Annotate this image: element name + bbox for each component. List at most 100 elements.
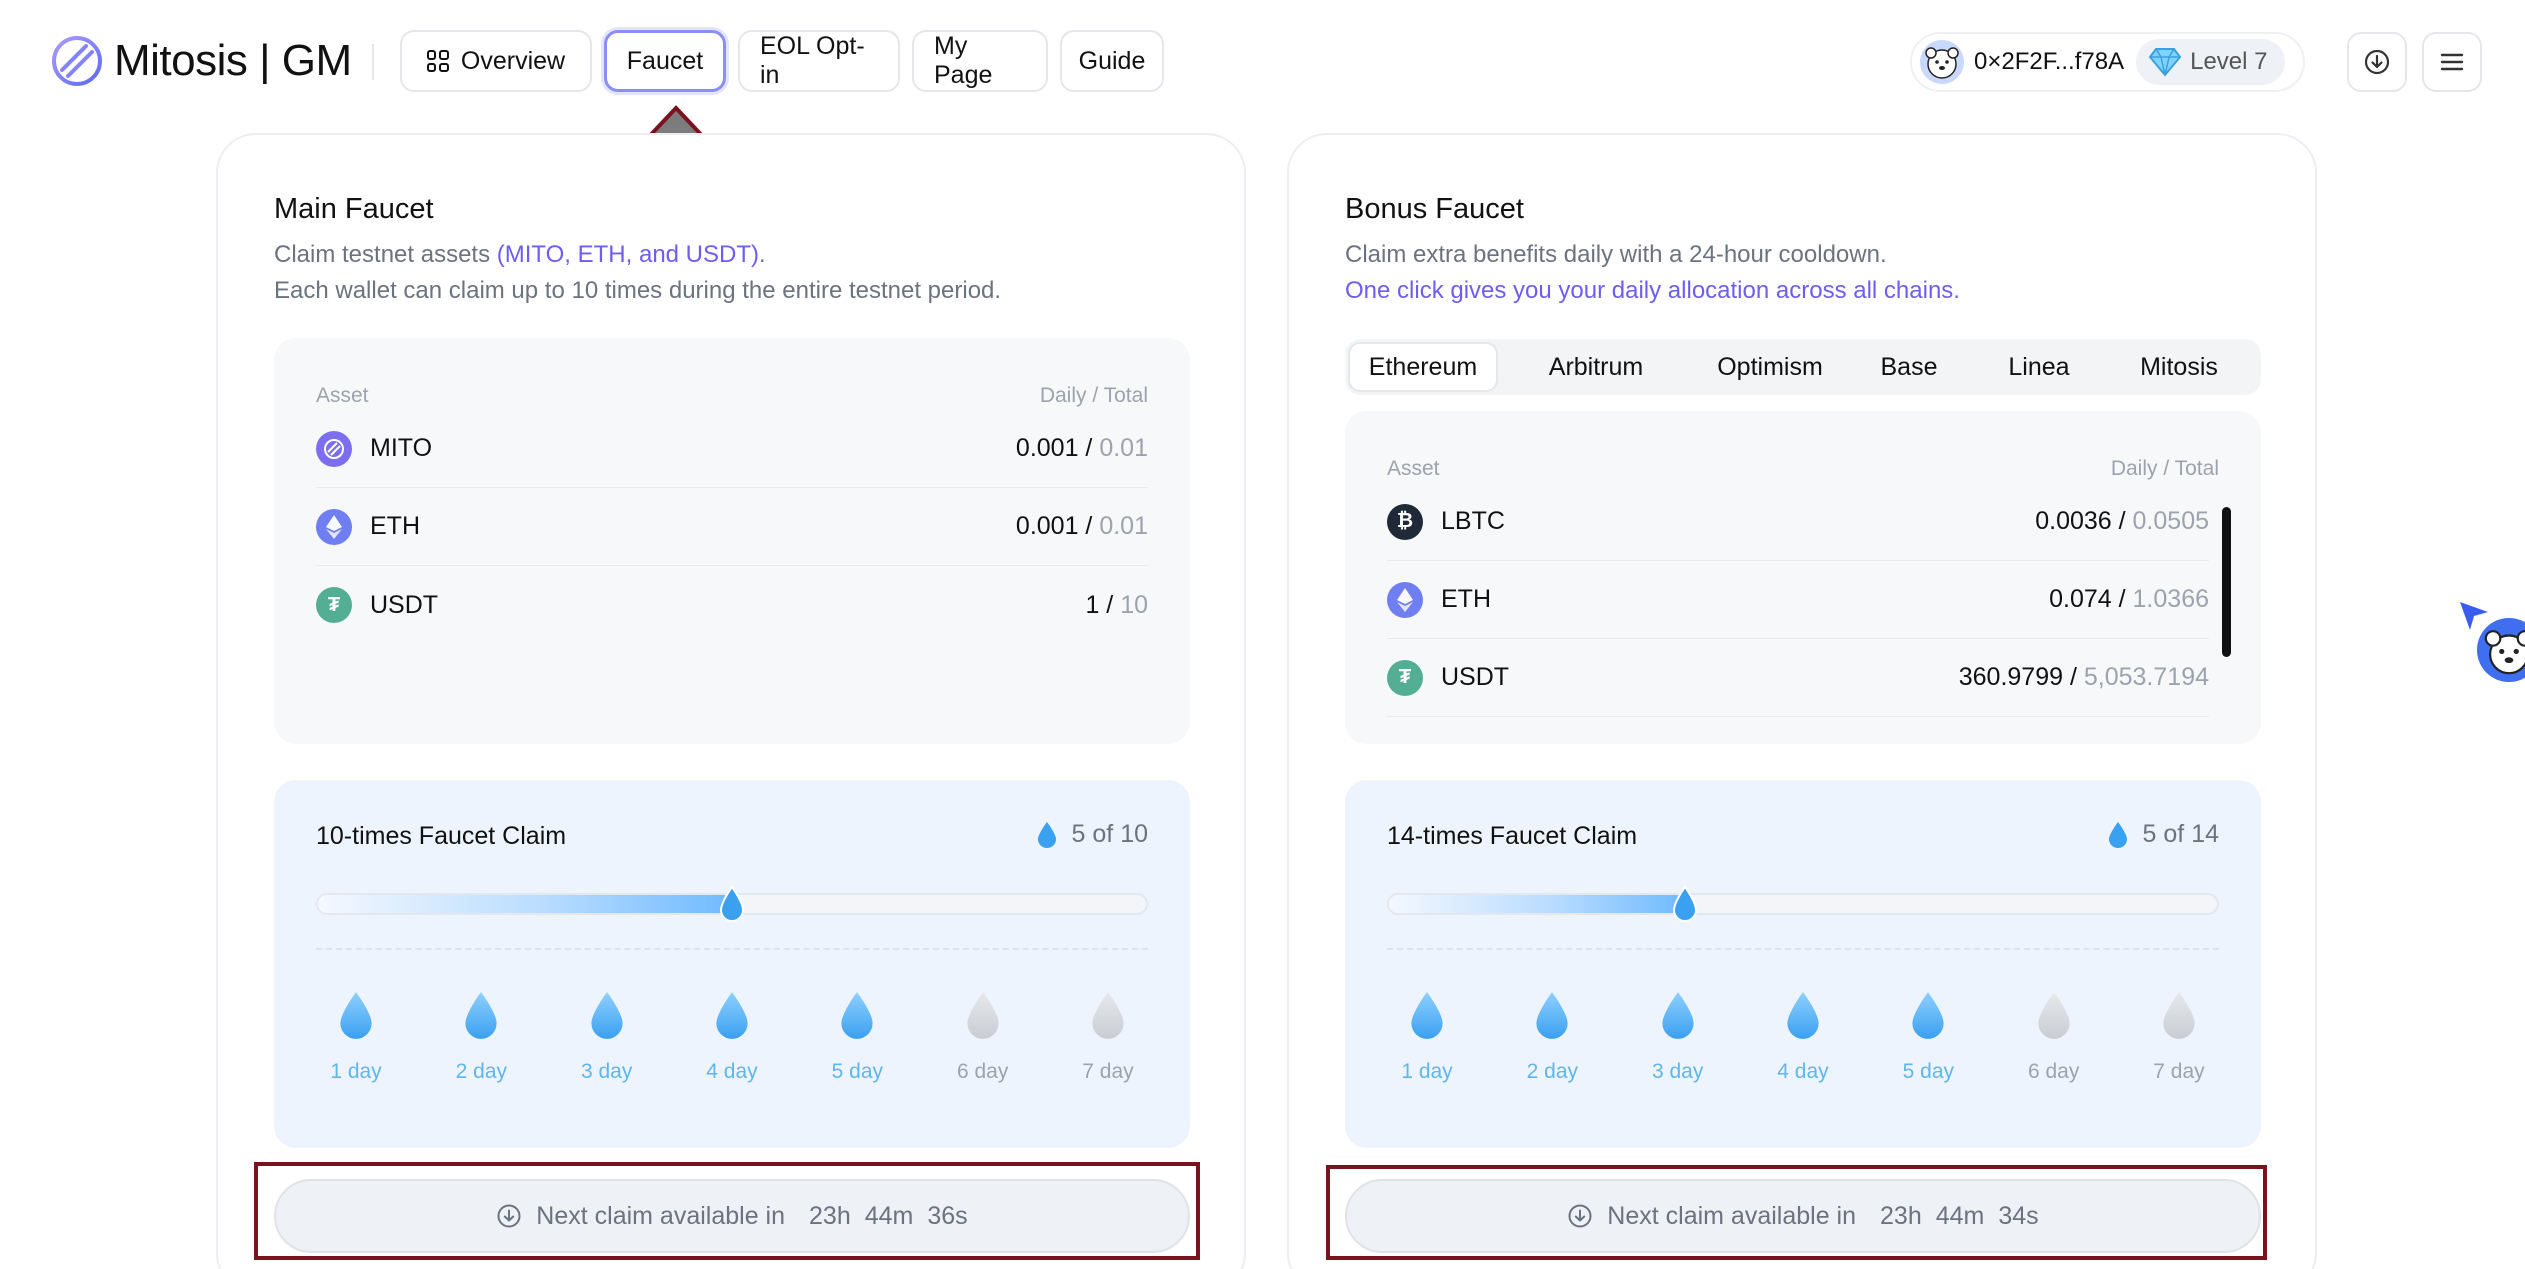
grid-icon xyxy=(426,50,449,72)
day-item: 4 day xyxy=(692,990,772,1084)
day-label: 1 day xyxy=(330,1060,382,1083)
day-label: 5 day xyxy=(1902,1060,1954,1083)
day-label: 3 day xyxy=(1651,1060,1704,1083)
desc-highlight: (MITO, ETH, and USDT) xyxy=(496,241,760,268)
water-drop-icon xyxy=(1536,992,1568,1039)
main-claim-progress: 10-times Faucet Claim 5 of 10 1 day 2 day… xyxy=(274,780,1190,1148)
usdt-token-icon: ₮ xyxy=(1387,659,1423,696)
table-row: ₮ USDT 1 / 10 xyxy=(316,566,1148,644)
menu-button[interactable] xyxy=(2422,32,2482,92)
bonus-asset-table: Asset Daily / Total ₿ LBTC 0.0036 / 0.05… xyxy=(1345,411,2261,744)
divider xyxy=(1387,948,2219,950)
claim-title: 10-times Faucet Claim xyxy=(316,822,567,850)
asset-daily: 0.074 xyxy=(2049,585,2112,613)
desc-line2: One click gives you your daily allocatio… xyxy=(1345,277,1960,304)
daily-drops: 1 day 2 day 3 day 4 day 5 day 6 day 7 day xyxy=(1387,990,2219,1084)
asset-name: LBTC xyxy=(1441,507,1505,535)
asset-name: ETH xyxy=(370,512,420,540)
tab-base[interactable]: Base xyxy=(1846,342,1972,392)
day-label: 4 day xyxy=(1777,1060,1829,1083)
water-drop-icon xyxy=(2163,992,2195,1039)
asset-column-header: Asset xyxy=(1387,457,1440,480)
nav-faucet[interactable]: Faucet xyxy=(604,30,726,92)
level-label: Level 7 xyxy=(2190,48,2268,75)
table-row: MITO 0.001 / 0.01 xyxy=(316,410,1148,488)
wallet-avatar xyxy=(1920,40,1964,84)
eth-token-icon xyxy=(316,508,352,545)
download-button[interactable] xyxy=(2347,32,2407,92)
claim-count: 5 of 14 xyxy=(2107,820,2219,849)
header-divider xyxy=(372,44,374,80)
claim-progress-track xyxy=(1387,885,2219,922)
asset-total: 5,053.7194 xyxy=(2083,663,2209,691)
asset-daily: 1 xyxy=(1085,590,1100,619)
day-item: 2 day xyxy=(441,990,521,1084)
day-label: 7 day xyxy=(2153,1060,2205,1083)
bear-avatar-icon xyxy=(1925,47,1959,79)
water-drop-icon xyxy=(1411,992,1443,1039)
annotation-highlight-bonus xyxy=(1326,1165,2267,1260)
brand-name: Mitosis | GM xyxy=(114,36,352,85)
brand-logo[interactable]: Mitosis | GM xyxy=(50,34,352,88)
nav-guide[interactable]: Guide xyxy=(1060,30,1164,92)
asset-daily: 0.001 xyxy=(1015,512,1079,540)
day-item: 7 day xyxy=(1068,990,1148,1084)
nav-overview-label: Overview xyxy=(460,46,566,75)
nav-eol-label: EOL Opt-in xyxy=(760,32,865,89)
day-label: 6 day xyxy=(956,1060,1009,1083)
main-faucet-title: Main Faucet xyxy=(274,193,434,225)
water-drop-icon xyxy=(1912,992,1944,1039)
table-row: ₮ USDT 360.9799 / 5,053.7194 xyxy=(1387,639,2209,717)
progress-drop-knob-icon xyxy=(719,885,745,922)
table-row: ETH 0.074 / 1.0366 xyxy=(1387,561,2209,639)
tab-linea[interactable]: Linea xyxy=(1972,342,2106,392)
asset-daily: 0.001 xyxy=(1015,434,1079,462)
water-drop-icon xyxy=(591,992,623,1039)
level-badge: Level 7 xyxy=(2136,39,2286,85)
asset-list-scrollbar[interactable] xyxy=(2222,507,2231,657)
mitosis-logo-icon xyxy=(52,36,102,86)
nav-overview[interactable]: Overview xyxy=(400,30,592,92)
desc-suffix: . xyxy=(759,241,766,268)
day-label: 6 day xyxy=(2027,1060,2080,1083)
water-drop-icon xyxy=(1787,992,1819,1039)
day-label: 3 day xyxy=(580,1060,633,1083)
nav-mypage-label: My Page xyxy=(934,32,993,89)
claim-count: 5 of 10 xyxy=(1036,820,1148,849)
day-item: 1 day xyxy=(1387,990,1467,1084)
asset-name: USDT xyxy=(1441,663,1510,691)
asset-total: 0.01 xyxy=(1099,512,1148,540)
tab-ethereum[interactable]: Ethereum xyxy=(1348,342,1498,392)
hamburger-menu-icon xyxy=(2440,53,2464,71)
water-drop-icon xyxy=(841,992,873,1039)
bonus-claim-progress: 14-times Faucet Claim 5 of 14 1 day 2 day… xyxy=(1345,780,2261,1148)
water-drop-icon xyxy=(465,992,497,1039)
nav-eol-opt-in[interactable]: EOL Opt-in xyxy=(738,30,900,92)
day-label: 4 day xyxy=(706,1060,758,1083)
daily-drops: 1 day 2 day 3 day 4 day 5 day 6 day 7 day xyxy=(316,990,1148,1084)
desc-line2: Each wallet can claim up to 10 times dur… xyxy=(274,277,1002,304)
wallet-address: 0×2F2F...f78A xyxy=(1974,48,2125,75)
claim-title: 14-times Faucet Claim xyxy=(1387,822,1638,850)
asset-name: USDT xyxy=(370,590,439,619)
nav-guide-label: Guide xyxy=(1078,46,1146,75)
usdt-token-icon: ₮ xyxy=(316,587,352,623)
day-item: 6 day xyxy=(2014,990,2094,1084)
day-label: 2 day xyxy=(455,1060,508,1083)
day-item: 3 day xyxy=(1638,990,1718,1084)
diamond-icon xyxy=(2148,48,2182,77)
asset-daily: 0.0036 xyxy=(2035,507,2112,535)
asset-total: 1.0366 xyxy=(2132,585,2209,613)
tab-optimism[interactable]: Optimism xyxy=(1694,342,1846,392)
tab-arbitrum[interactable]: Arbitrum xyxy=(1498,342,1694,392)
nav-my-page[interactable]: My Page xyxy=(912,30,1048,92)
claim-progress-track xyxy=(316,885,1148,922)
tab-mitosis[interactable]: Mitosis xyxy=(2106,342,2252,392)
chain-tabs: Ethereum Arbitrum Optimism Base Linea Mi… xyxy=(1345,339,2261,395)
day-item: 4 day xyxy=(1763,990,1843,1084)
desc-prefix: Claim testnet assets xyxy=(274,241,497,268)
table-row: ETH 0.001 / 0.01 xyxy=(316,488,1148,566)
asset-total: 10 xyxy=(1120,590,1148,619)
wallet-pill[interactable]: 0×2F2F...f78A Level 7 xyxy=(1910,32,2305,92)
day-item: 1 day xyxy=(316,990,396,1084)
